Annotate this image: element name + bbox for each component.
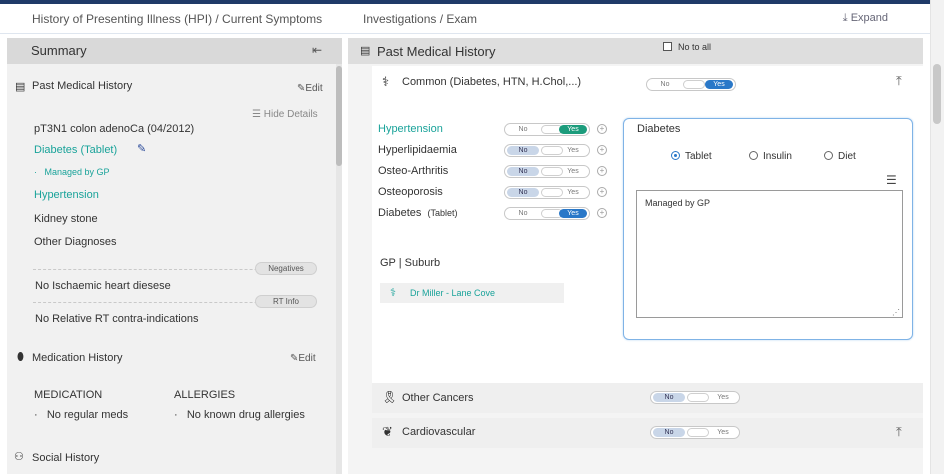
clipboard-icon: ▤ bbox=[360, 45, 371, 57]
pmh-edit-button[interactable]: ✎Edit bbox=[297, 83, 323, 94]
condition-osteo-arthritis: Osteo-Arthritis bbox=[378, 165, 449, 177]
osteo-arthritis-toggle[interactable]: No Yes bbox=[504, 165, 590, 178]
pmh-item-colon: pT3N1 colon adenoCa (04/2012) bbox=[34, 123, 195, 135]
page-scrollbar[interactable] bbox=[930, 0, 944, 474]
add-detail-icon[interactable]: + bbox=[597, 166, 607, 176]
add-detail-icon[interactable]: + bbox=[597, 187, 607, 197]
medication-edit-button[interactable]: ✎Edit bbox=[290, 353, 316, 364]
cardiovascular-toggle[interactable]: No Yes bbox=[650, 426, 740, 439]
other-cancers-toggle[interactable]: No Yes bbox=[650, 391, 740, 404]
diabetes-notes-textarea[interactable]: Managed by GP ⋰ bbox=[636, 190, 903, 318]
rt-info-badge: RT Info bbox=[255, 295, 317, 308]
list-icon: ☰ bbox=[252, 109, 264, 120]
medication-header: MEDICATION bbox=[34, 389, 103, 401]
checkbox-icon[interactable] bbox=[663, 42, 672, 51]
pmh-item-kidney-stone: Kidney stone bbox=[34, 213, 98, 225]
gp-label: GP | Suburb bbox=[380, 257, 441, 269]
tab-hpi[interactable]: History of Presenting Illness (HPI) / Cu… bbox=[32, 12, 322, 26]
add-detail-icon[interactable]: + bbox=[597, 124, 607, 134]
pmh-panel-header: ▤ Past Medical History No to all bbox=[348, 38, 923, 64]
negatives-badge: Negatives bbox=[255, 262, 317, 275]
heart-icon: ❦ bbox=[382, 424, 393, 439]
ribbon-icon: 🎗 bbox=[382, 390, 398, 404]
no-to-all-checkbox[interactable]: No to all bbox=[663, 42, 711, 52]
clipboard-icon: ▤ bbox=[15, 81, 26, 93]
pmh-item-diabetes[interactable]: Diabetes (Tablet) bbox=[34, 144, 117, 156]
rt-info-text: No Relative RT contra-indications bbox=[35, 313, 199, 325]
other-cancers-title: Other Cancers bbox=[402, 392, 474, 404]
summary-title: Summary bbox=[31, 43, 87, 58]
resize-handle-icon[interactable]: ⋰ bbox=[892, 308, 900, 317]
medication-title: Medication History bbox=[32, 352, 123, 364]
top-tab-bar: History of Presenting Illness (HPI) / Cu… bbox=[0, 4, 930, 34]
hide-details-button[interactable]: ☰ Hide Details bbox=[252, 109, 318, 120]
page-scroll-thumb[interactable] bbox=[933, 64, 941, 124]
negatives-text: No Ischaemic heart diesese bbox=[35, 280, 171, 292]
osteoporosis-toggle[interactable]: No Yes bbox=[504, 186, 590, 199]
cardiovascular-row[interactable]: ❦ Cardiovascular No Yes ⤒ bbox=[372, 418, 923, 448]
condition-osteoporosis: Osteoporosis bbox=[378, 186, 443, 198]
radio-icon bbox=[671, 151, 680, 160]
pmh-summary-title: Past Medical History bbox=[32, 80, 133, 92]
pmh-item-other-diagnoses: Other Diagnoses bbox=[34, 236, 117, 248]
collapse-up-icon[interactable]: ⤒ bbox=[896, 424, 902, 440]
radio-diet[interactable]: Diet bbox=[824, 151, 856, 162]
diabetes-box-title: Diabetes bbox=[637, 123, 681, 135]
condition-diabetes: Diabetes (Tablet) bbox=[378, 207, 458, 219]
collapse-up-icon[interactable]: ⤒ bbox=[896, 73, 902, 89]
common-title: Common (Diabetes, HTN, H.Chol,...) bbox=[402, 76, 582, 88]
summary-panel: Summary ⇤ ▤ Past Medical History ✎Edit ☰… bbox=[7, 38, 342, 474]
hypertension-toggle[interactable]: No Yes bbox=[504, 123, 590, 136]
common-card: ⚕ Common (Diabetes, HTN, H.Chol,...) No Y… bbox=[372, 66, 923, 101]
diabetes-edit-icon[interactable]: ✎ bbox=[137, 142, 146, 155]
hyperlipidaemia-toggle[interactable]: No Yes bbox=[504, 144, 590, 157]
summary-scroll-thumb[interactable] bbox=[336, 66, 342, 166]
radio-icon bbox=[749, 151, 758, 160]
other-cancers-row[interactable]: 🎗 Other Cancers No Yes bbox=[372, 383, 923, 413]
pmh-item-hypertension[interactable]: Hypertension bbox=[34, 189, 99, 201]
gp-chip[interactable]: ⚕ Dr Miller - Lane Cove bbox=[380, 283, 564, 303]
expand-button[interactable]: ⤓ Expand bbox=[843, 12, 888, 25]
pmh-item-managed-by: · Managed by GP bbox=[34, 167, 110, 177]
medication-item: · No regular meds bbox=[34, 409, 129, 421]
add-detail-icon[interactable]: + bbox=[597, 208, 607, 218]
allergies-header: ALLERGIES bbox=[174, 389, 236, 401]
diabetes-toggle[interactable]: No Yes bbox=[504, 207, 590, 220]
collapse-left-icon[interactable]: ⇤ bbox=[312, 43, 322, 57]
condition-hyperlipidaemia: Hyperlipidaemia bbox=[378, 144, 457, 156]
stethoscope-icon: ⚕ bbox=[390, 287, 396, 299]
tab-investigations[interactable]: Investigations / Exam bbox=[363, 12, 477, 26]
social-history-title: Social History bbox=[32, 452, 100, 464]
people-icon: ⚇ bbox=[14, 451, 24, 463]
cardiovascular-title: Cardiovascular bbox=[402, 426, 476, 438]
notes-list-icon[interactable]: ☰ bbox=[886, 173, 897, 187]
summary-scrollbar[interactable] bbox=[336, 64, 342, 474]
common-toggle[interactable]: No Yes bbox=[646, 78, 736, 91]
stethoscope-icon: ⚕ bbox=[382, 74, 390, 89]
pill-icon: ⬮ bbox=[17, 351, 24, 363]
summary-header: Summary ⇤ bbox=[7, 38, 342, 64]
download-arrow-icon: ⤓ bbox=[842, 12, 848, 24]
pmh-panel-title: Past Medical History bbox=[377, 44, 496, 59]
allergies-item: · No known drug allergies bbox=[174, 409, 305, 421]
radio-tablet[interactable]: Tablet bbox=[671, 151, 712, 162]
gp-value: Dr Miller - Lane Cove bbox=[410, 288, 496, 298]
add-detail-icon[interactable]: + bbox=[597, 145, 607, 155]
diabetes-notes-text: Managed by GP bbox=[645, 198, 711, 208]
condition-hypertension: Hypertension bbox=[378, 123, 443, 135]
radio-insulin[interactable]: Insulin bbox=[749, 151, 792, 162]
radio-icon bbox=[824, 151, 833, 160]
